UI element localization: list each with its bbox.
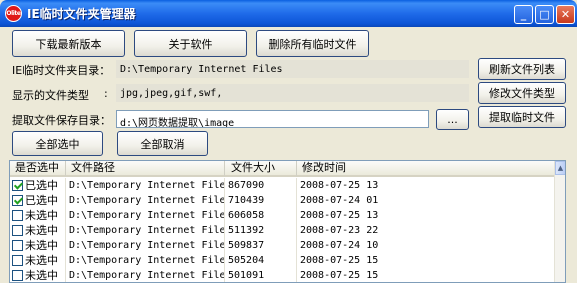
row-select-cell[interactable]: 已选中	[10, 193, 66, 208]
file-types-field: jpg,jpeg,gif,swf,	[116, 84, 469, 102]
browse-button[interactable]: ...	[436, 109, 469, 130]
row-path: D:\Temporary Internet Files\C	[66, 253, 225, 268]
row-status: 未选中	[25, 254, 58, 267]
table-row[interactable]: 未选中 D:\Temporary Internet Files\C 501091…	[10, 268, 555, 282]
save-dir-input[interactable]: d:\网页数据提取\image	[116, 110, 429, 128]
row-time: 2008-07-24 01	[297, 193, 555, 208]
about-button[interactable]: 关于软件	[134, 30, 247, 57]
row-status: 已选中	[25, 194, 58, 207]
checkbox[interactable]	[12, 210, 23, 221]
close-button[interactable]: ✕	[556, 5, 575, 24]
table-row[interactable]: 未选中 D:\Temporary Internet Files\C 509837…	[10, 238, 555, 253]
column-header-selected[interactable]: 是否选中	[10, 161, 66, 177]
row-time: 2008-07-25 15	[297, 253, 555, 268]
column-header-size[interactable]: 文件大小	[225, 161, 297, 177]
maximize-button[interactable]: □	[535, 5, 554, 24]
row-select-cell[interactable]: 未选中	[10, 268, 66, 282]
row-time: 2008-07-24 10	[297, 238, 555, 253]
checkbox[interactable]	[12, 255, 23, 266]
table-row[interactable]: 未选中 D:\Temporary Internet Files\C 606058…	[10, 208, 555, 223]
row-size: 509837	[225, 238, 297, 253]
title-bar: Olite IE临时文件夹管理器 _ □ ✕	[0, 0, 577, 27]
row-time: 2008-07-23 22	[297, 223, 555, 238]
checkbox[interactable]	[12, 240, 23, 251]
save-dir-label: 提取文件保存目录：	[12, 114, 111, 127]
checkbox[interactable]	[12, 225, 23, 236]
row-size: 511392	[225, 223, 297, 238]
vertical-scrollbar[interactable]: ▲	[554, 161, 565, 282]
refresh-list-button[interactable]: 刷新文件列表	[478, 58, 566, 80]
file-list[interactable]: 是否选中 文件路径 文件大小 修改时间 已选中 D:\Temporary Int…	[9, 160, 566, 283]
row-time: 2008-07-25 15	[297, 268, 555, 282]
row-select-cell[interactable]: 未选中	[10, 208, 66, 223]
row-select-cell[interactable]: 未选中	[10, 238, 66, 253]
row-select-cell[interactable]: 未选中	[10, 253, 66, 268]
row-status: 未选中	[25, 269, 58, 282]
column-header-path[interactable]: 文件路径	[66, 161, 225, 177]
row-path: D:\Temporary Internet Files\C	[66, 268, 225, 282]
checkbox[interactable]	[12, 270, 23, 281]
table-row[interactable]: 未选中 D:\Temporary Internet Files\C 511392…	[10, 223, 555, 238]
delete-all-temp-files-button[interactable]: 删除所有临时文件	[256, 30, 369, 57]
row-size: 505204	[225, 253, 297, 268]
window-title: IE临时文件夹管理器	[27, 7, 136, 21]
row-status: 未选中	[25, 209, 58, 222]
row-status: 未选中	[25, 224, 58, 237]
row-time: 2008-07-25 13	[297, 178, 555, 193]
row-path: D:\Temporary Internet Files\C	[66, 178, 225, 193]
file-types-label: 显示的文件类型	[12, 89, 89, 102]
extract-temp-files-button[interactable]: 提取临时文件	[478, 106, 566, 128]
row-path: D:\Temporary Internet Files\C	[66, 208, 225, 223]
column-header-time[interactable]: 修改时间	[297, 161, 555, 177]
table-row[interactable]: 已选中 D:\Temporary Internet Files\C 710439…	[10, 193, 555, 208]
row-status: 未选中	[25, 239, 58, 252]
row-select-cell[interactable]: 已选中	[10, 178, 66, 193]
row-size: 867090	[225, 178, 297, 193]
file-types-colon: :	[104, 87, 108, 100]
row-status: 已选中	[25, 179, 58, 192]
select-all-button[interactable]: 全部选中	[12, 131, 103, 156]
row-size: 606058	[225, 208, 297, 223]
download-latest-button[interactable]: 下载最新版本	[12, 30, 125, 57]
app-logo-icon: Olite	[5, 5, 22, 22]
temp-dir-field: D:\Temporary Internet Files	[116, 60, 469, 78]
table-row[interactable]: 未选中 D:\Temporary Internet Files\C 505204…	[10, 253, 555, 268]
row-path: D:\Temporary Internet Files\C	[66, 238, 225, 253]
minimize-button[interactable]: _	[514, 5, 533, 24]
scroll-up-arrow-icon[interactable]: ▲	[555, 161, 565, 175]
row-path: D:\Temporary Internet Files\C	[66, 223, 225, 238]
row-path: D:\Temporary Internet Files\C	[66, 193, 225, 208]
row-size: 710439	[225, 193, 297, 208]
row-select-cell[interactable]: 未选中	[10, 223, 66, 238]
deselect-all-button[interactable]: 全部取消	[117, 131, 208, 156]
row-size: 501091	[225, 268, 297, 282]
checkbox[interactable]	[12, 195, 23, 206]
list-header: 是否选中 文件路径 文件大小 修改时间	[10, 161, 555, 177]
modify-file-types-button[interactable]: 修改文件类型	[478, 82, 566, 104]
table-row[interactable]: 已选中 D:\Temporary Internet Files\C 867090…	[10, 178, 555, 193]
row-time: 2008-07-25 13	[297, 208, 555, 223]
checkbox[interactable]	[12, 180, 23, 191]
temp-dir-label: IE临时文件夹目录：	[12, 64, 111, 77]
